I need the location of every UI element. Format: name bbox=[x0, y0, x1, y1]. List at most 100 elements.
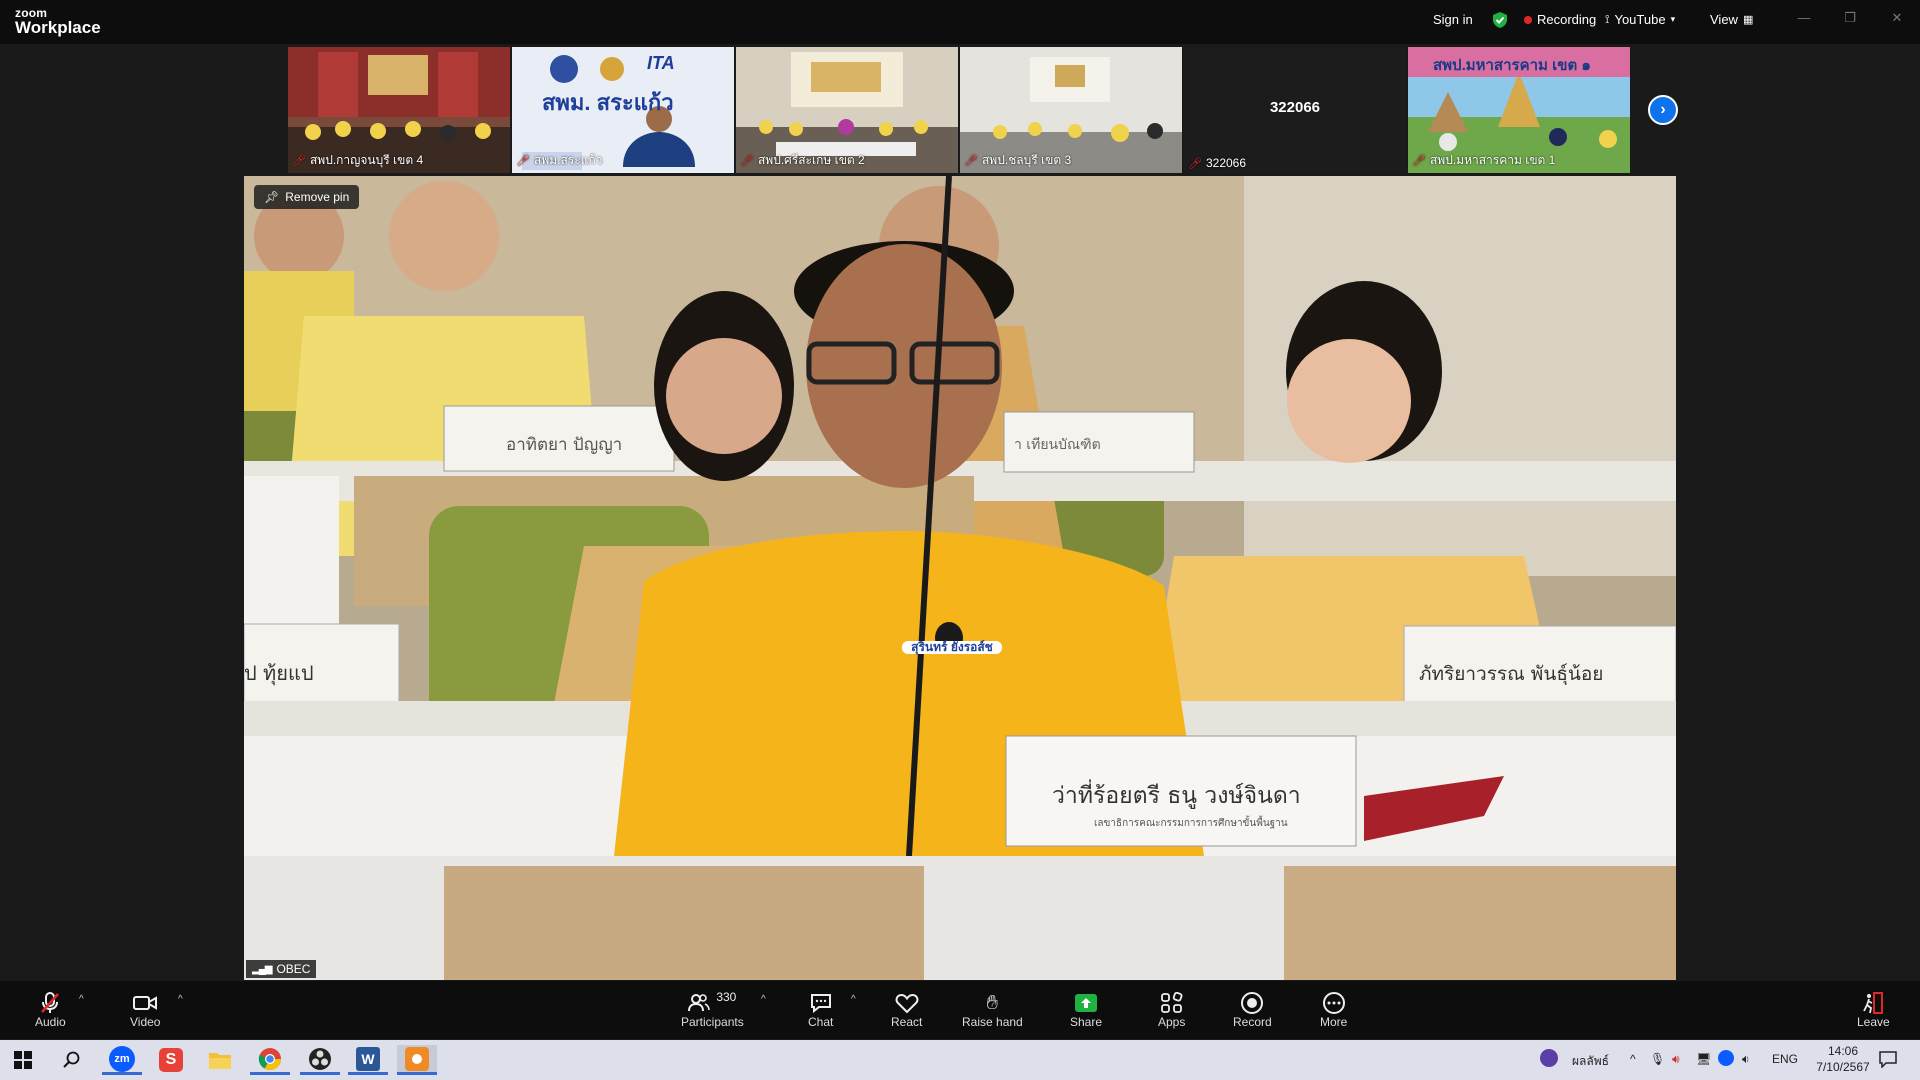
raise-hand-button[interactable]: ✋︎ Raise hand bbox=[962, 991, 1023, 1030]
encryption-shield-icon[interactable] bbox=[1491, 11, 1509, 29]
back-center-nameplate-text: า เทียนบัณฑิต bbox=[1014, 437, 1101, 453]
volume-icon[interactable]: 🔉︎ bbox=[1742, 1052, 1750, 1067]
heart-icon bbox=[895, 991, 919, 1015]
remove-pin-label: Remove pin bbox=[285, 190, 350, 204]
leave-door-icon bbox=[1861, 991, 1885, 1015]
participants-options-caret-icon[interactable]: ^ bbox=[761, 994, 766, 1005]
maximize-button[interactable]: ❐ bbox=[1838, 10, 1862, 30]
obs-studio-icon[interactable] bbox=[300, 1045, 340, 1075]
remove-pin-button[interactable]: 📌︎ Remove pin bbox=[254, 185, 360, 209]
clock[interactable]: 14:06 7/10/2567 bbox=[1808, 1043, 1878, 1075]
audio-options-caret-icon[interactable]: ^ bbox=[79, 994, 84, 1005]
windows-start-icon[interactable] bbox=[3, 1045, 43, 1075]
react-button[interactable]: React bbox=[891, 991, 922, 1029]
right-nameplate-text: ภัทริยาวรรณ พันธุ์น้อย bbox=[1419, 663, 1604, 685]
sign-in-label: Sign in bbox=[1433, 12, 1473, 27]
stream-label: YouTube bbox=[1614, 12, 1666, 27]
thumbnail-label: 🎤︎ สพป.ศรีสะเกษ เขต 2 bbox=[740, 151, 865, 170]
sign-in-button[interactable]: Sign in bbox=[1433, 12, 1473, 27]
muted-mic-icon: 🎤︎ bbox=[516, 155, 530, 167]
main-video[interactable]: ว่าที่ร้อยตรี ธนู วงษ์จินดา เลขาธิการคณะ… bbox=[244, 176, 1676, 980]
react-label: React bbox=[891, 1015, 923, 1029]
clock-date: 7/10/2567 bbox=[1816, 1060, 1870, 1074]
stream-icon: ⟟ bbox=[1605, 12, 1610, 26]
back-left-nameplate-text: อาทิตยา ปัญญา bbox=[506, 435, 623, 455]
file-explorer-icon[interactable] bbox=[200, 1045, 240, 1075]
video-camera-icon bbox=[132, 991, 158, 1015]
front-left-nameplate-text: ป ทุ้ยแป bbox=[244, 661, 314, 685]
participant-thumbnail[interactable]: 🎤︎ สพป.ศรีสะเกษ เขต 2 bbox=[736, 47, 958, 173]
share-label: Share bbox=[1070, 1015, 1103, 1029]
input-language[interactable]: ENG bbox=[1772, 1052, 1798, 1066]
participant-thumbnail[interactable]: 322066 🎤︎ 322066 bbox=[1184, 47, 1406, 173]
chat-bubble-icon bbox=[809, 991, 833, 1015]
view-button[interactable]: View ▦ bbox=[1710, 12, 1753, 27]
media-player-icon[interactable] bbox=[397, 1045, 437, 1075]
muted-mic-icon: 🎤︎ bbox=[292, 155, 306, 167]
participant-thumbnail[interactable]: 🎤︎ สพป.กาญจนบุรี เขต 4 bbox=[288, 47, 510, 173]
minimize-button[interactable]: — bbox=[1792, 10, 1816, 30]
muted-mic-icon: 🎤︎ bbox=[1188, 157, 1202, 170]
video-button[interactable]: Video bbox=[130, 991, 160, 1029]
audio-label: Audio bbox=[35, 1015, 66, 1029]
title-bar: zoom Workplace Sign in Recording ⟟ YouTu… bbox=[0, 0, 1920, 44]
chat-button[interactable]: Chat bbox=[808, 991, 833, 1029]
view-label: View bbox=[1710, 12, 1738, 27]
share-screen-icon bbox=[1074, 991, 1098, 1015]
speaker-video-frame bbox=[244, 176, 1676, 980]
grid-view-icon: ▦ bbox=[1742, 14, 1754, 26]
signal-strength-icon: ▂▄▆ bbox=[252, 963, 272, 975]
weather-label[interactable]: ผลลัพธ์ bbox=[1572, 1052, 1609, 1071]
speaker-badge-text: สุรินทร์ ยังรอส์ช bbox=[902, 640, 1002, 655]
search-icon[interactable] bbox=[52, 1045, 92, 1075]
record-button[interactable]: Record bbox=[1233, 991, 1272, 1029]
participant-thumbnail[interactable]: สพม. สระแก้ว ITA 🎤︎ สพม.สระแก้ว bbox=[512, 47, 734, 173]
video-options-caret-icon[interactable]: ^ bbox=[178, 994, 183, 1005]
network-icon[interactable]: 🖥︎ bbox=[1696, 1052, 1711, 1066]
speaker-nameplate-text: ว่าที่ร้อยตรี ธนู วงษ์จินดา bbox=[1052, 783, 1301, 809]
thumbnail-logo-small: ITA bbox=[647, 53, 675, 73]
microphone-tray-icon[interactable]: 🎙︎ bbox=[1650, 1052, 1665, 1066]
wps-office-icon[interactable]: S bbox=[151, 1045, 191, 1075]
clock-time: 14:06 bbox=[1827, 1044, 1859, 1058]
zoom-taskbar-icon[interactable]: zm bbox=[102, 1045, 142, 1075]
chrome-icon[interactable] bbox=[250, 1045, 290, 1075]
participants-button[interactable]: 330 Participants bbox=[681, 990, 744, 1029]
audio-button[interactable]: Audio bbox=[35, 991, 66, 1029]
zoom-tray-icon[interactable] bbox=[1718, 1050, 1734, 1069]
thumbnail-label: 🎤︎ สพป.กาญจนบุรี เขต 4 bbox=[292, 151, 423, 170]
participants-label: Participants bbox=[681, 1015, 744, 1029]
apps-icon bbox=[1160, 991, 1184, 1015]
notification-center-icon[interactable] bbox=[1878, 1050, 1898, 1071]
muted-mic-icon: 🎤︎ bbox=[740, 155, 754, 167]
recording-indicator[interactable]: Recording bbox=[1524, 12, 1596, 27]
thumbnail-label: 🎤︎ 322066 bbox=[1188, 156, 1246, 170]
participant-thumbnail[interactable]: สพป.มหาสารคาม เขต ๑ 🎤︎ สพป.มหาสารคาม เขต … bbox=[1408, 47, 1630, 173]
apps-button[interactable]: Apps bbox=[1158, 991, 1185, 1029]
participant-thumbnail[interactable]: 🎤︎ สพป.ชลบุรี เขต 3 bbox=[960, 47, 1182, 173]
more-button[interactable]: More bbox=[1320, 991, 1347, 1029]
record-label: Record bbox=[1233, 1015, 1272, 1029]
thumbnail-name: สพป.ศรีสะเกษ เขต 2 bbox=[757, 153, 865, 167]
thumbnail-logo-text: สพม. สระแก้ว bbox=[542, 90, 674, 115]
thumbnail-name: สพป.กาญจนบุรี เขต 4 bbox=[309, 153, 424, 167]
meeting-toolbar: Audio ^ Video ^ 330 Participants ^ Chat … bbox=[0, 981, 1920, 1039]
participant-name: OBEC bbox=[276, 962, 311, 976]
recording-label: Recording bbox=[1537, 12, 1597, 27]
leave-meeting-button[interactable]: Leave bbox=[1857, 991, 1890, 1029]
leave-label: Leave bbox=[1857, 1015, 1890, 1029]
word-icon[interactable]: W bbox=[348, 1045, 388, 1075]
chat-options-caret-icon[interactable]: ^ bbox=[851, 994, 856, 1005]
show-hidden-icons-icon[interactable]: ^ bbox=[1630, 1052, 1636, 1066]
speaker-warning-icon[interactable]: 🔊︎ bbox=[1672, 1052, 1680, 1067]
weather-icon[interactable] bbox=[1540, 1049, 1558, 1070]
close-button[interactable]: ✕ bbox=[1885, 10, 1909, 30]
chevron-down-icon: ▾ bbox=[1670, 14, 1676, 24]
next-page-button[interactable]: › bbox=[1648, 95, 1678, 125]
raise-hand-icon: ✋︎ bbox=[986, 991, 999, 1014]
windows-taskbar: zm S W ผลลัพธ์ ^ 🎙︎ 🔊︎ 🖥︎ 🔉︎ ENG 14:06 7… bbox=[0, 1040, 1920, 1080]
thumbnail-label: 🎤︎ สพม.สระแก้ว bbox=[516, 151, 602, 170]
live-stream-button[interactable]: ⟟ YouTube ▾ bbox=[1605, 12, 1675, 27]
share-screen-button[interactable]: Share bbox=[1070, 991, 1102, 1029]
logo-product: Workplace bbox=[15, 18, 101, 37]
